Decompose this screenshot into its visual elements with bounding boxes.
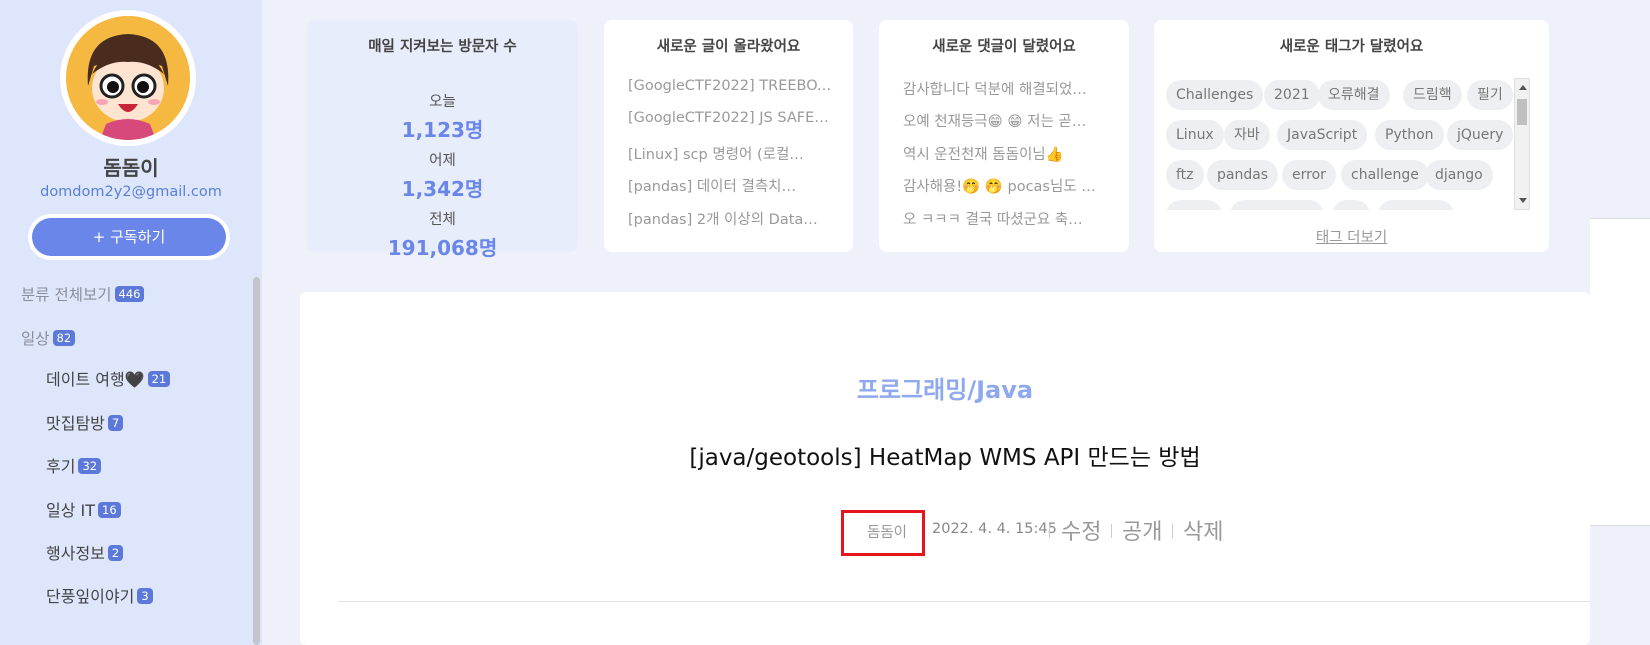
visitor-total-label: 전체 [429, 212, 456, 228]
category-events[interactable]: 행사정보 2 [46, 540, 124, 564]
category-count-badge: 446 [114, 286, 145, 302]
tag-chip[interactable]: JavaScript [1277, 120, 1368, 150]
profile-name: 돔돔이 [103, 156, 159, 180]
category-count-badge: 21 [147, 371, 171, 387]
visitor-yesterday-value: 1,342명 [401, 177, 484, 201]
tag-chip[interactable]: 오류해결 [1318, 80, 1390, 110]
new-comments-box: 새로운 댓글이 달렸어요 감사합니다 덕분에 해결되었… 오예 천재등극😁 😁 … [879, 20, 1129, 252]
new-post-link[interactable]: [pandas] 2개 이상의 Data… [628, 208, 833, 229]
tag-cloud: Challenges 2021 오류해결 드림핵 필기 Linux 자바 Jav… [1166, 78, 1514, 210]
category-label: 후기 [46, 457, 76, 476]
category-label: 분류 전체보기 [21, 286, 112, 304]
sidebar-scrollbar[interactable] [253, 277, 260, 645]
category-count-badge: 3 [137, 588, 153, 604]
more-tags-link[interactable]: 태그 더보기 [1154, 226, 1549, 247]
visitor-counter: 매일 지켜보는 방문자 수 오늘 1,123명 어제 1,342명 전체 191… [307, 20, 578, 260]
post-meta: 돔돔이 2022. 4. 4. 15:45 수정 공개 삭제 [300, 510, 1590, 556]
category-reviews[interactable]: 후기 32 [46, 453, 102, 477]
meta-separator [1049, 524, 1050, 538]
tag-chip[interactable]: 드림핵 [1403, 80, 1462, 110]
tag-chip[interactable]: Python [1375, 120, 1444, 150]
tag-chip[interactable] [1166, 200, 1222, 210]
visitor-yesterday-label: 어제 [429, 153, 456, 169]
category-label: 맛집탐방 [46, 414, 105, 433]
category-count-badge: 16 [98, 502, 121, 518]
new-post-link[interactable]: [GoogleCTF2022] TREEBOX… [628, 78, 833, 94]
profile-email[interactable]: domdom2y2@gmail.com [0, 184, 262, 200]
post-title: [java/geotools] HeatMap WMS API 만드는 방법 [689, 445, 1201, 471]
visibility-link[interactable]: 공개 [1122, 514, 1162, 546]
edit-post-link[interactable]: 수정 [1061, 514, 1101, 546]
category-count-badge: 2 [107, 545, 124, 561]
tag-chip[interactable]: 2021 [1264, 80, 1320, 110]
new-post-link[interactable]: [pandas] 데이터 결측치… [628, 175, 833, 196]
category-count-badge: 32 [78, 458, 102, 474]
avatar-image [66, 16, 190, 140]
new-comment-link[interactable]: 오 ㅋㅋㅋ 결국 따셨군요 축… [903, 208, 1108, 229]
category-label: 일상 IT [46, 501, 96, 520]
tag-chip[interactable]: 필기 [1467, 80, 1513, 110]
delete-post-link[interactable]: 삭제 [1183, 514, 1223, 546]
category-count-badge: 82 [52, 330, 76, 346]
post-date: 2022. 4. 4. 15:45 [932, 521, 1057, 537]
new-comment-link[interactable]: 감사합니다 덕분에 해결되었… [903, 78, 1108, 99]
tag-chip[interactable]: django [1425, 160, 1493, 190]
tag-chip[interactable]: pandas [1207, 160, 1279, 190]
post-author[interactable]: 돔돔이 [867, 521, 907, 542]
meta-separator [1111, 524, 1112, 538]
new-comment-link[interactable]: 감사해용!🤭 🤭 pocas님도 운… [903, 175, 1108, 196]
new-posts-box: 새로운 글이 올라왔어요 [GoogleCTF2022] TREEBOX… [G… [604, 20, 853, 252]
category-label: 단풍잎이야기 [46, 587, 135, 606]
visitor-counter-title: 매일 지켜보는 방문자 수 [368, 39, 517, 55]
category-label: 데이트 여행🖤 [46, 370, 145, 389]
visitor-today-value: 1,123명 [401, 118, 484, 142]
category-maple-story[interactable]: 단풍잎이야기 3 [46, 583, 153, 607]
sidebar: 돔돔이 domdom2y2@gmail.com + 구독하기 분류 전체보기 44… [0, 0, 262, 645]
subscribe-button-label: + 구독하기 [32, 218, 226, 256]
tag-chip[interactable] [1332, 200, 1370, 210]
scroll-up-arrow-icon[interactable] [1519, 85, 1527, 90]
category-daily[interactable]: 일상 82 [21, 327, 76, 349]
tag-chip[interactable]: challenge [1341, 160, 1429, 190]
meta-separator [1172, 524, 1173, 538]
new-posts-title: 새로운 글이 올라왔어요 [656, 39, 801, 55]
category-all[interactable]: 분류 전체보기 446 [21, 283, 145, 305]
category-date-travel[interactable]: 데이트 여행🖤 21 [46, 366, 171, 390]
avatar[interactable] [60, 10, 196, 146]
new-comments-title: 새로운 댓글이 달렸어요 [932, 39, 1076, 55]
tag-chip[interactable]: ftz [1166, 160, 1204, 190]
category-restaurants[interactable]: 맛집탐방 7 [46, 410, 124, 434]
tag-chip[interactable] [1378, 200, 1454, 210]
new-comment-link[interactable]: 역시 운전천재 돔돔이님👍 [903, 143, 1108, 164]
tag-chip[interactable]: jQuery [1447, 120, 1514, 150]
new-comment-link[interactable]: 오예 천재등극😁 😁 저는 곧… [903, 110, 1108, 131]
tag-chip[interactable]: error [1282, 160, 1336, 190]
tag-chip[interactable] [1230, 200, 1324, 210]
scroll-thumb[interactable] [1517, 99, 1527, 125]
tag-chip[interactable]: Challenges [1166, 80, 1264, 110]
category-daily-it[interactable]: 일상 IT 16 [46, 497, 121, 521]
new-tags-title: 새로운 태그가 달렸어요 [1279, 39, 1424, 55]
new-tags-box: 새로운 태그가 달렸어요 Challenges 2021 오류해결 드림핵 필기… [1154, 20, 1549, 252]
tag-cloud-scrollbar[interactable] [1514, 78, 1530, 210]
scroll-down-arrow-icon[interactable] [1519, 198, 1527, 203]
subscribe-button[interactable]: + 구독하기 [28, 214, 230, 260]
new-post-link[interactable]: [Linux] scp 명령어 (로컬… [628, 143, 833, 164]
post-category-link[interactable]: 프로그래밍/Java [300, 370, 1590, 405]
category-count-badge: 7 [107, 415, 124, 431]
category-label: 행사정보 [46, 544, 105, 563]
right-side-panel [1590, 218, 1650, 526]
new-post-link[interactable]: [GoogleCTF2022] JS SAFE… [628, 110, 833, 126]
visitor-today-label: 오늘 [429, 94, 456, 110]
visitor-total-value: 191,068명 [387, 236, 498, 260]
tag-chip[interactable]: Linux [1166, 120, 1224, 150]
category-label: 일상 [21, 330, 50, 348]
tag-chip[interactable]: 자바 [1224, 120, 1270, 150]
content-divider [338, 601, 1590, 602]
